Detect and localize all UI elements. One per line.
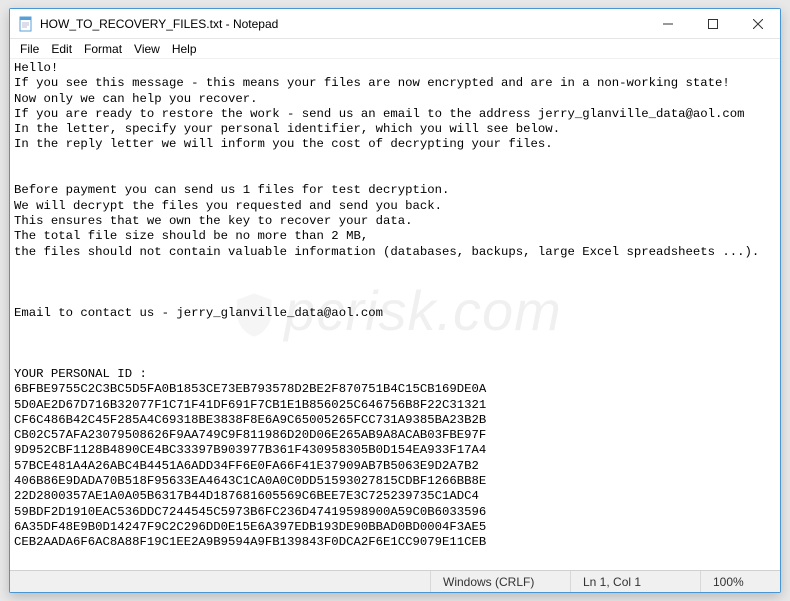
maximize-button[interactable] [690, 9, 735, 38]
menubar: File Edit Format View Help [10, 39, 780, 59]
menu-file[interactable]: File [14, 41, 45, 57]
document-body: Hello! If you see this message - this me… [14, 61, 759, 549]
minimize-button[interactable] [645, 9, 690, 38]
status-position: Ln 1, Col 1 [570, 571, 700, 592]
notepad-icon [18, 16, 34, 32]
close-button[interactable] [735, 9, 780, 38]
titlebar[interactable]: HOW_TO_RECOVERY_FILES.txt - Notepad [10, 9, 780, 39]
window-title: HOW_TO_RECOVERY_FILES.txt - Notepad [40, 17, 645, 31]
window-controls [645, 9, 780, 38]
menu-view[interactable]: View [128, 41, 166, 57]
statusbar: Windows (CRLF) Ln 1, Col 1 100% [10, 570, 780, 592]
status-zoom: 100% [700, 571, 780, 592]
menu-help[interactable]: Help [166, 41, 203, 57]
menu-edit[interactable]: Edit [45, 41, 78, 57]
statusbar-spacer [10, 571, 430, 592]
status-encoding: Windows (CRLF) [430, 571, 570, 592]
notepad-window: HOW_TO_RECOVERY_FILES.txt - Notepad File… [9, 8, 781, 593]
text-area[interactable]: Hello! If you see this message - this me… [10, 59, 780, 570]
menu-format[interactable]: Format [78, 41, 128, 57]
